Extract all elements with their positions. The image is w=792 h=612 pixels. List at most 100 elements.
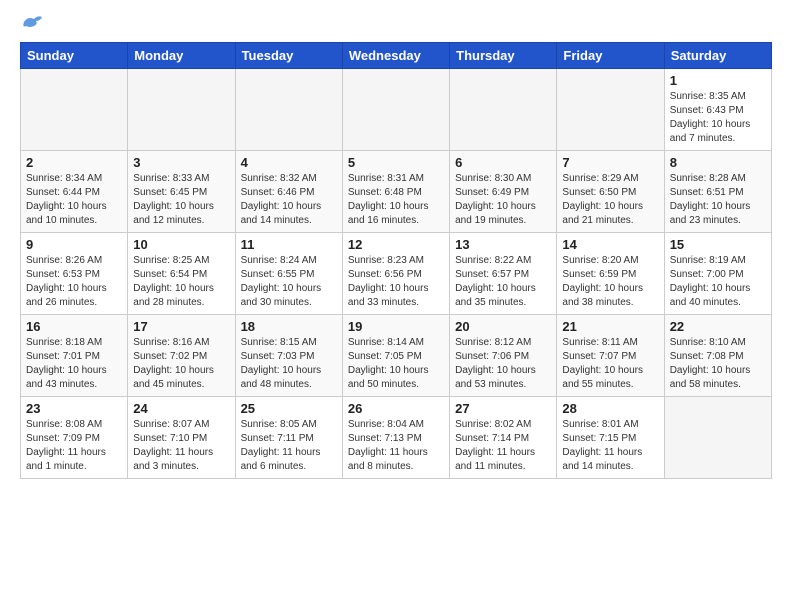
calendar-cell: 10 Sunrise: 8:25 AM Sunset: 6:54 PM Dayli… (128, 233, 235, 315)
day-info: Sunrise: 8:05 AM Sunset: 7:11 PM Dayligh… (241, 418, 337, 474)
day-number: 17 (133, 319, 229, 334)
weekday-header-tuesday: Tuesday (235, 43, 342, 69)
calendar-cell: 17 Sunrise: 8:16 AM Sunset: 7:02 PM Dayli… (128, 315, 235, 397)
calendar-cell (235, 69, 342, 151)
day-number: 8 (670, 155, 766, 170)
calendar-cell (557, 69, 664, 151)
day-number: 2 (26, 155, 122, 170)
day-info: Sunrise: 8:11 AM Sunset: 7:07 PM Dayligh… (562, 336, 658, 392)
day-info: Sunrise: 8:01 AM Sunset: 7:15 PM Dayligh… (562, 418, 658, 474)
bird-icon (22, 14, 44, 32)
day-number: 7 (562, 155, 658, 170)
day-info: Sunrise: 8:30 AM Sunset: 6:49 PM Dayligh… (455, 172, 551, 228)
calendar-cell: 20 Sunrise: 8:12 AM Sunset: 7:06 PM Dayli… (450, 315, 557, 397)
calendar-cell: 28 Sunrise: 8:01 AM Sunset: 7:15 PM Dayli… (557, 397, 664, 479)
calendar-cell: 26 Sunrise: 8:04 AM Sunset: 7:13 PM Dayli… (342, 397, 449, 479)
week-row-2: 2 Sunrise: 8:34 AM Sunset: 6:44 PM Daylig… (21, 151, 772, 233)
day-number: 22 (670, 319, 766, 334)
day-info: Sunrise: 8:19 AM Sunset: 7:00 PM Dayligh… (670, 254, 766, 310)
day-info: Sunrise: 8:10 AM Sunset: 7:08 PM Dayligh… (670, 336, 766, 392)
calendar-cell (128, 69, 235, 151)
weekday-header-saturday: Saturday (664, 43, 771, 69)
calendar-cell (664, 397, 771, 479)
calendar-table: SundayMondayTuesdayWednesdayThursdayFrid… (20, 42, 772, 479)
day-info: Sunrise: 8:20 AM Sunset: 6:59 PM Dayligh… (562, 254, 658, 310)
day-number: 16 (26, 319, 122, 334)
day-number: 27 (455, 401, 551, 416)
day-number: 24 (133, 401, 229, 416)
day-number: 23 (26, 401, 122, 416)
calendar-cell: 21 Sunrise: 8:11 AM Sunset: 7:07 PM Dayli… (557, 315, 664, 397)
calendar-cell (342, 69, 449, 151)
weekday-header-thursday: Thursday (450, 43, 557, 69)
day-number: 21 (562, 319, 658, 334)
day-info: Sunrise: 8:35 AM Sunset: 6:43 PM Dayligh… (670, 90, 766, 146)
day-number: 14 (562, 237, 658, 252)
day-info: Sunrise: 8:25 AM Sunset: 6:54 PM Dayligh… (133, 254, 229, 310)
calendar-cell: 5Sunrise: 8:31 AM Sunset: 6:48 PM Daylig… (342, 151, 449, 233)
day-number: 26 (348, 401, 444, 416)
day-number: 6 (455, 155, 551, 170)
calendar-cell: 3 Sunrise: 8:33 AM Sunset: 6:45 PM Daylig… (128, 151, 235, 233)
day-info: Sunrise: 8:04 AM Sunset: 7:13 PM Dayligh… (348, 418, 444, 474)
day-number: 12 (348, 237, 444, 252)
weekday-header-row: SundayMondayTuesdayWednesdayThursdayFrid… (21, 43, 772, 69)
calendar-cell: 6 Sunrise: 8:30 AM Sunset: 6:49 PM Daylig… (450, 151, 557, 233)
day-info: Sunrise: 8:07 AM Sunset: 7:10 PM Dayligh… (133, 418, 229, 474)
calendar-cell: 8Sunrise: 8:28 AM Sunset: 6:51 PM Daylig… (664, 151, 771, 233)
day-info: Sunrise: 8:29 AM Sunset: 6:50 PM Dayligh… (562, 172, 658, 228)
calendar-cell: 12 Sunrise: 8:23 AM Sunset: 6:56 PM Dayli… (342, 233, 449, 315)
day-info: Sunrise: 8:22 AM Sunset: 6:57 PM Dayligh… (455, 254, 551, 310)
weekday-header-monday: Monday (128, 43, 235, 69)
day-number: 3 (133, 155, 229, 170)
day-info: Sunrise: 8:32 AM Sunset: 6:46 PM Dayligh… (241, 172, 337, 228)
day-number: 18 (241, 319, 337, 334)
calendar-cell: 11Sunrise: 8:24 AM Sunset: 6:55 PM Dayli… (235, 233, 342, 315)
calendar-cell: 7 Sunrise: 8:29 AM Sunset: 6:50 PM Daylig… (557, 151, 664, 233)
calendar-cell (450, 69, 557, 151)
calendar-cell: 19 Sunrise: 8:14 AM Sunset: 7:05 PM Dayli… (342, 315, 449, 397)
day-number: 10 (133, 237, 229, 252)
day-number: 13 (455, 237, 551, 252)
day-number: 1 (670, 73, 766, 88)
day-info: Sunrise: 8:34 AM Sunset: 6:44 PM Dayligh… (26, 172, 122, 228)
weekday-header-sunday: Sunday (21, 43, 128, 69)
calendar-cell: 1 Sunrise: 8:35 AM Sunset: 6:43 PM Daylig… (664, 69, 771, 151)
day-info: Sunrise: 8:23 AM Sunset: 6:56 PM Dayligh… (348, 254, 444, 310)
calendar-cell: 14 Sunrise: 8:20 AM Sunset: 6:59 PM Dayli… (557, 233, 664, 315)
calendar-cell: 25 Sunrise: 8:05 AM Sunset: 7:11 PM Dayli… (235, 397, 342, 479)
day-info: Sunrise: 8:08 AM Sunset: 7:09 PM Dayligh… (26, 418, 122, 474)
calendar-cell: 18Sunrise: 8:15 AM Sunset: 7:03 PM Dayli… (235, 315, 342, 397)
calendar-cell: 27 Sunrise: 8:02 AM Sunset: 7:14 PM Dayli… (450, 397, 557, 479)
day-number: 9 (26, 237, 122, 252)
weekday-header-friday: Friday (557, 43, 664, 69)
calendar-cell: 13 Sunrise: 8:22 AM Sunset: 6:57 PM Dayli… (450, 233, 557, 315)
day-number: 19 (348, 319, 444, 334)
day-number: 20 (455, 319, 551, 334)
calendar-cell: 15 Sunrise: 8:19 AM Sunset: 7:00 PM Dayli… (664, 233, 771, 315)
week-row-4: 16Sunrise: 8:18 AM Sunset: 7:01 PM Dayli… (21, 315, 772, 397)
calendar-cell: 24 Sunrise: 8:07 AM Sunset: 7:10 PM Dayli… (128, 397, 235, 479)
weekday-header-wednesday: Wednesday (342, 43, 449, 69)
day-info: Sunrise: 8:16 AM Sunset: 7:02 PM Dayligh… (133, 336, 229, 392)
calendar-cell: 23 Sunrise: 8:08 AM Sunset: 7:09 PM Dayli… (21, 397, 128, 479)
calendar-cell (21, 69, 128, 151)
calendar-cell: 22 Sunrise: 8:10 AM Sunset: 7:08 PM Dayli… (664, 315, 771, 397)
day-number: 4 (241, 155, 337, 170)
day-number: 15 (670, 237, 766, 252)
day-number: 28 (562, 401, 658, 416)
day-number: 11 (241, 237, 337, 252)
day-info: Sunrise: 8:02 AM Sunset: 7:14 PM Dayligh… (455, 418, 551, 474)
day-number: 25 (241, 401, 337, 416)
week-row-3: 9 Sunrise: 8:26 AM Sunset: 6:53 PM Daylig… (21, 233, 772, 315)
calendar-cell: 4 Sunrise: 8:32 AM Sunset: 6:46 PM Daylig… (235, 151, 342, 233)
calendar-cell: 16Sunrise: 8:18 AM Sunset: 7:01 PM Dayli… (21, 315, 128, 397)
logo (20, 18, 44, 32)
day-info: Sunrise: 8:12 AM Sunset: 7:06 PM Dayligh… (455, 336, 551, 392)
week-row-1: 1 Sunrise: 8:35 AM Sunset: 6:43 PM Daylig… (21, 69, 772, 151)
day-info: Sunrise: 8:33 AM Sunset: 6:45 PM Dayligh… (133, 172, 229, 228)
calendar-cell: 9 Sunrise: 8:26 AM Sunset: 6:53 PM Daylig… (21, 233, 128, 315)
day-info: Sunrise: 8:26 AM Sunset: 6:53 PM Dayligh… (26, 254, 122, 310)
day-info: Sunrise: 8:31 AM Sunset: 6:48 PM Dayligh… (348, 172, 444, 228)
day-info: Sunrise: 8:14 AM Sunset: 7:05 PM Dayligh… (348, 336, 444, 392)
